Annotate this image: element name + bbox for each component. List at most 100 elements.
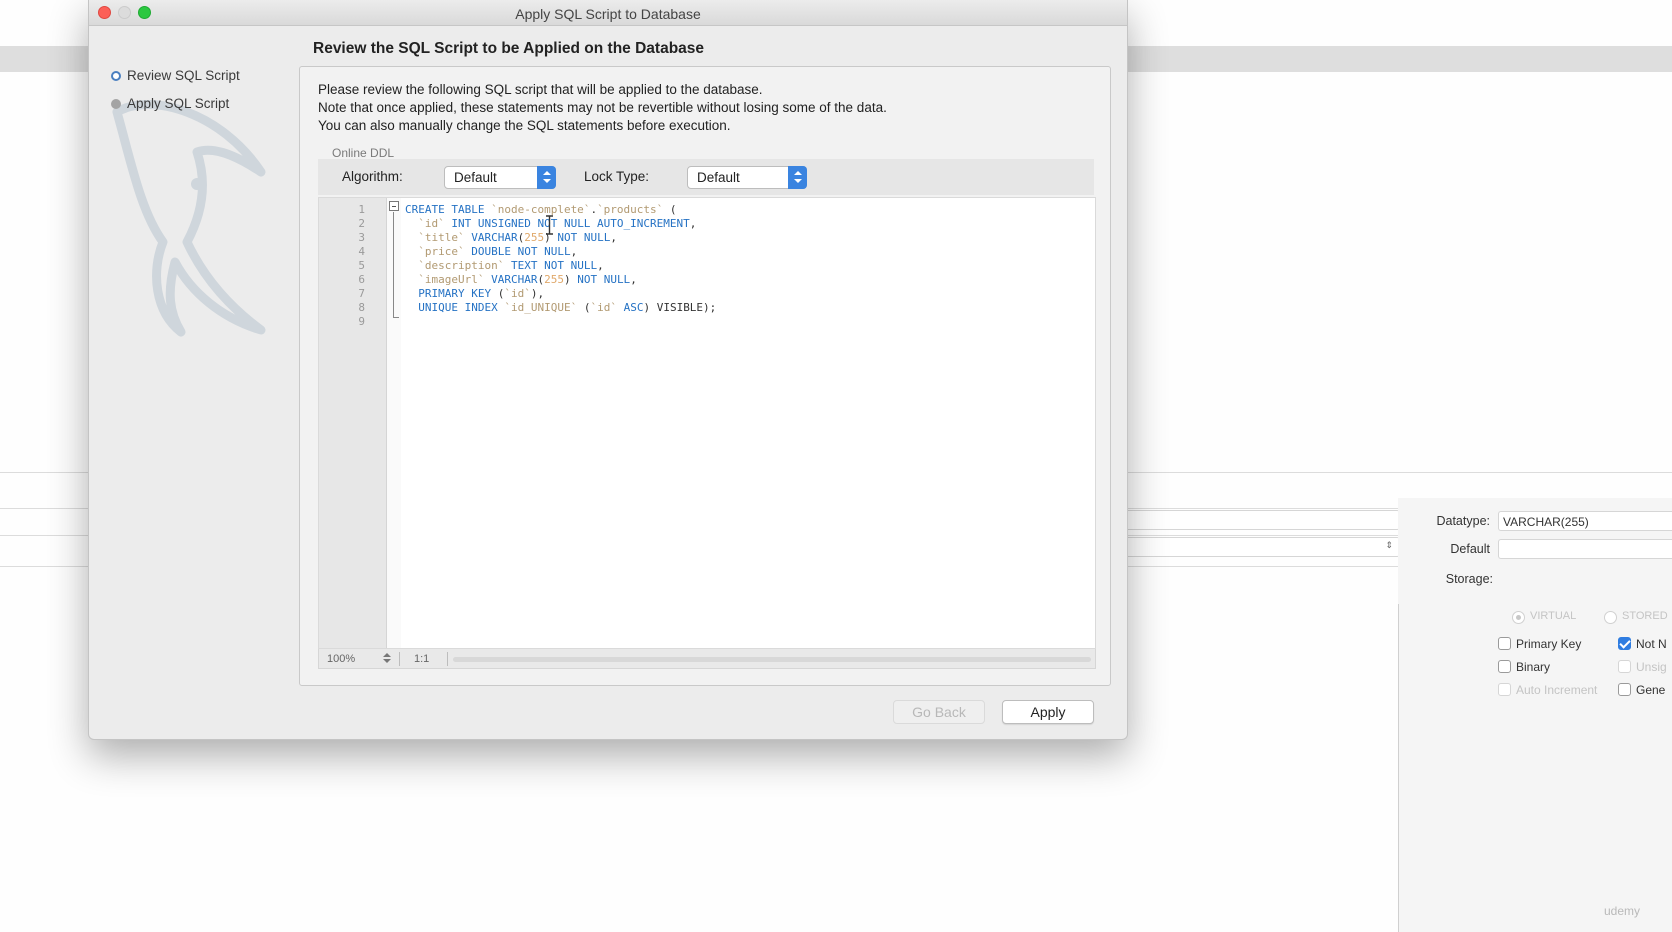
code-token: `id` bbox=[590, 301, 617, 314]
code-token: , bbox=[689, 217, 697, 230]
generated-checkbox[interactable] bbox=[1618, 683, 1631, 696]
binary-label: Binary bbox=[1516, 660, 1551, 674]
code-token: CREATE TABLE bbox=[405, 203, 492, 216]
horizontal-scrollbar[interactable] bbox=[453, 657, 1091, 662]
datatype-label: Datatype: bbox=[1436, 514, 1490, 528]
apply-sql-dialog: Apply SQL Script to Database Review SQL … bbox=[88, 0, 1128, 740]
lock-type-label: Lock Type: bbox=[584, 169, 650, 184]
default-field[interactable] bbox=[1498, 539, 1672, 559]
code-token: `description` bbox=[405, 259, 511, 272]
online-ddl-legend: Online DDL bbox=[332, 146, 395, 160]
apply-button[interactable]: Apply bbox=[1002, 700, 1094, 724]
select-arrows-icon bbox=[788, 166, 807, 189]
background-lower-panel bbox=[1398, 604, 1672, 932]
auto-increment-checkbox[interactable] bbox=[1498, 683, 1511, 696]
unsigned-checkbox[interactable] bbox=[1618, 660, 1631, 673]
code-token: VARCHAR bbox=[491, 273, 538, 286]
description-line: Note that once applied, these statements… bbox=[318, 100, 887, 115]
code-token: , bbox=[610, 231, 617, 244]
code-token: `price` bbox=[405, 245, 472, 258]
select-arrows-icon: ⇕ bbox=[1385, 540, 1393, 550]
line-number: 5 bbox=[358, 259, 365, 272]
title-bar: Apply SQL Script to Database bbox=[89, 0, 1127, 26]
code-token: ) VISIBLE); bbox=[643, 301, 717, 314]
code-token: ( bbox=[577, 301, 591, 314]
primary-key-label: Primary Key bbox=[1516, 637, 1582, 651]
select-arrows-icon bbox=[537, 166, 556, 189]
code-text: CREATE TABLE `node-complete`.`products` … bbox=[405, 202, 677, 217]
code-token: ASC bbox=[616, 301, 644, 314]
unsigned-label: Unsig bbox=[1636, 660, 1667, 674]
code-token: VARCHAR bbox=[471, 231, 518, 244]
algorithm-label: Algorithm: bbox=[342, 169, 403, 184]
code-text: UNIQUE INDEX `id_UNIQUE` (`id` ASC) VISI… bbox=[405, 300, 716, 315]
code-text: `title` VARCHAR(255) NOT NULL, bbox=[405, 230, 617, 245]
storage-stored-radio[interactable] bbox=[1604, 611, 1617, 624]
step-pending-indicator-icon bbox=[111, 99, 121, 109]
code-text: PRIMARY KEY (`id`), bbox=[405, 286, 544, 301]
zoom-stepper-icon[interactable] bbox=[383, 652, 391, 665]
step-label: Review SQL Script bbox=[127, 68, 240, 83]
not-null-checkbox[interactable] bbox=[1618, 637, 1631, 650]
code-token: , bbox=[597, 259, 604, 272]
code-token: `node-complete` bbox=[491, 203, 591, 216]
code-token: PRIMARY KEY bbox=[405, 287, 498, 300]
algorithm-select[interactable]: Default bbox=[444, 166, 556, 189]
binary-checkbox[interactable] bbox=[1498, 660, 1511, 673]
code-token: 255 bbox=[524, 231, 545, 244]
step-review-sql-script: Review SQL Script bbox=[111, 68, 240, 83]
code-token: DOUBLE NOT NULL bbox=[471, 245, 571, 258]
step-label: Apply SQL Script bbox=[127, 96, 230, 111]
fold-guide bbox=[393, 212, 394, 318]
sql-script-editor[interactable]: 1 CREATE TABLE `node-complete`.`products`… bbox=[318, 197, 1096, 649]
storage-virtual-label: VIRTUAL bbox=[1530, 610, 1577, 622]
fold-toggle-icon[interactable] bbox=[389, 201, 399, 211]
status-divider bbox=[447, 652, 448, 666]
fold-guide-end bbox=[393, 317, 399, 318]
line-number: 6 bbox=[358, 273, 365, 286]
line-number: 8 bbox=[358, 301, 365, 314]
wizard-sidebar: Review SQL Script Apply SQL Script bbox=[89, 26, 289, 736]
code-token: `title` bbox=[405, 231, 472, 244]
zoom-level: 100% bbox=[327, 653, 356, 665]
code-token: NOT NULL bbox=[577, 273, 631, 286]
code-token: `imageUrl` bbox=[405, 273, 492, 286]
code-token: ), bbox=[530, 287, 545, 300]
cursor-position: 1:1 bbox=[414, 653, 430, 665]
go-back-button[interactable]: Go Back bbox=[893, 700, 985, 724]
code-token: , bbox=[630, 273, 637, 286]
code-text: `price` DOUBLE NOT NULL, bbox=[405, 244, 577, 259]
generated-label: Gene bbox=[1636, 683, 1666, 697]
description-line: You can also manually change the SQL sta… bbox=[318, 118, 731, 133]
lock-type-select[interactable]: Default bbox=[687, 166, 807, 189]
fold-margin bbox=[387, 198, 401, 648]
editor-status-bar: 100% 1:1 bbox=[318, 649, 1096, 669]
code-token: `id_UNIQUE` bbox=[504, 301, 578, 314]
code-token: UNIQUE INDEX bbox=[405, 301, 505, 314]
auto-increment-label: Auto Increment bbox=[1516, 683, 1598, 697]
line-number: 3 bbox=[358, 231, 365, 244]
not-null-label: Not N bbox=[1636, 637, 1667, 651]
step-apply-sql-script: Apply SQL Script bbox=[111, 96, 229, 111]
description-line: Please review the following SQL script t… bbox=[318, 82, 763, 97]
status-divider bbox=[399, 652, 400, 666]
code-token: ) bbox=[563, 273, 578, 286]
line-number: 9 bbox=[358, 315, 365, 328]
code-text: `description` TEXT NOT NULL, bbox=[405, 258, 604, 273]
text-cursor-icon bbox=[546, 215, 553, 235]
udemy-watermark: udemy bbox=[1604, 904, 1641, 918]
line-number: 1 bbox=[358, 203, 365, 216]
code-text: `imageUrl` VARCHAR(255) NOT NULL, bbox=[405, 272, 637, 287]
code-token: , bbox=[570, 245, 578, 258]
datatype-field[interactable]: VARCHAR(255) bbox=[1498, 511, 1672, 531]
algorithm-value: Default bbox=[454, 170, 497, 185]
primary-key-checkbox[interactable] bbox=[1498, 637, 1511, 650]
code-token: INT UNSIGNED NOT NULL AUTO_INCREMENT bbox=[451, 217, 690, 230]
code-token: NOT NULL bbox=[557, 231, 611, 244]
lock-type-value: Default bbox=[697, 170, 740, 185]
code-token: TEXT NOT NULL bbox=[510, 259, 598, 272]
default-label: Default bbox=[1450, 542, 1490, 556]
storage-virtual-radio[interactable] bbox=[1512, 611, 1525, 624]
line-number: 2 bbox=[358, 217, 365, 230]
page-title: Review the SQL Script to be Applied on t… bbox=[313, 40, 705, 57]
